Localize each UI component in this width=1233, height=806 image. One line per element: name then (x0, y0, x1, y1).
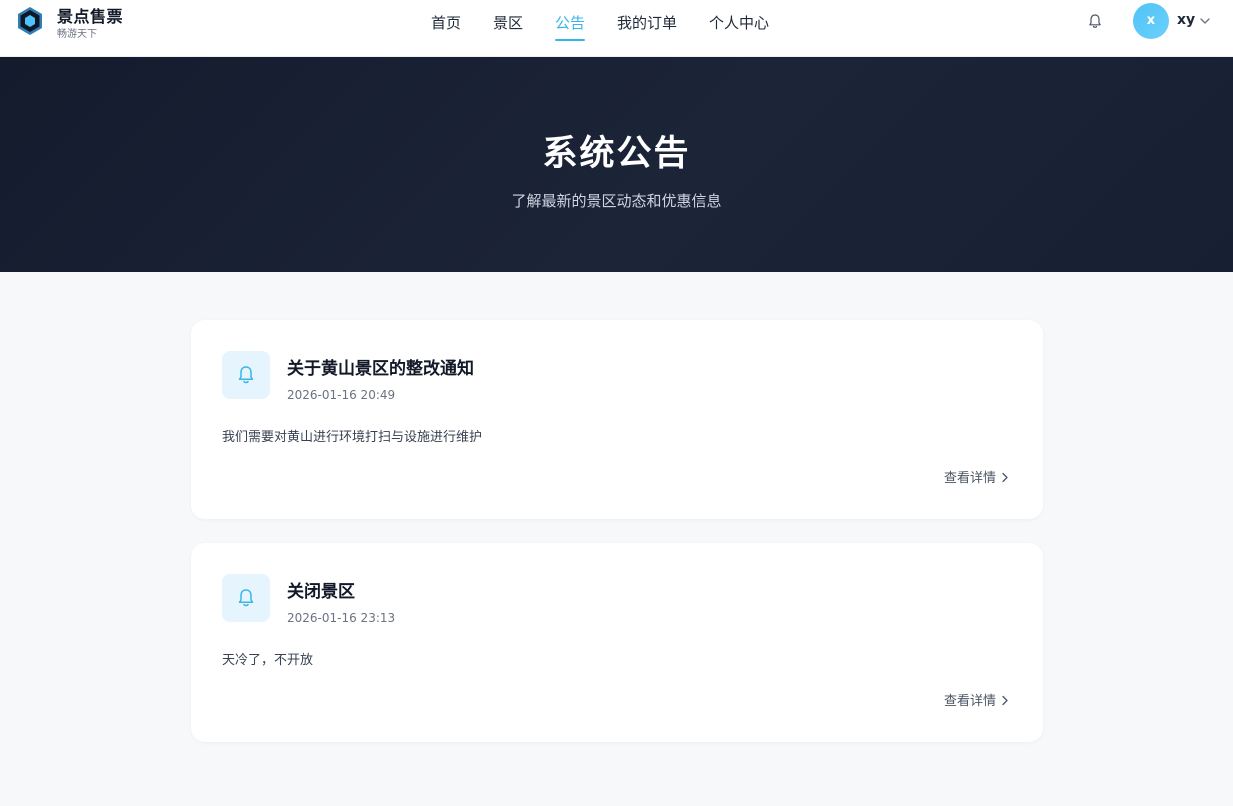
bell-icon (238, 366, 254, 384)
username[interactable]: xy (1177, 12, 1195, 28)
chevron-right-icon (1002, 695, 1008, 706)
announcement-date: 2026-01-16 23:13 (287, 611, 396, 625)
user-avatar[interactable]: x (1133, 3, 1169, 39)
announcement-content: 天冷了，不开放 (222, 653, 314, 668)
top-navbar: 景点售票 畅游天下 首页 景区 公告 我的订单 个人中心 x xy (0, 0, 1233, 57)
brand-slogan: 畅游天下 (57, 29, 97, 40)
announcement-title[interactable]: 关闭景区 (287, 577, 355, 602)
view-details-link[interactable]: 查看详情 (944, 467, 1010, 486)
announcement-icon-box (222, 574, 270, 622)
hero-banner: 系统公告 了解最新的景区动态和优惠信息 (0, 57, 1233, 272)
bell-icon (238, 589, 254, 607)
page-title: 系统公告 (542, 134, 691, 174)
nav-profile[interactable]: 个人中心 (709, 12, 769, 42)
view-details-link[interactable]: 查看详情 (944, 690, 1010, 709)
page-subtitle: 了解最新的景区动态和优惠信息 (511, 192, 722, 210)
announcement-icon-box (222, 351, 270, 399)
announcement-card[interactable]: 关于黄山景区的整改通知 2026-01-16 20:49 我们需要对黄山进行环境… (191, 320, 1043, 519)
nav-scenic-spots[interactable]: 景区 (493, 12, 523, 42)
bell-icon[interactable] (1086, 12, 1104, 30)
nav-home[interactable]: 首页 (431, 12, 461, 42)
chevron-down-icon[interactable] (1199, 15, 1211, 27)
chevron-right-icon (1002, 472, 1008, 483)
nav-announcements[interactable]: 公告 (555, 12, 586, 42)
announcement-date: 2026-01-16 20:49 (287, 388, 396, 402)
nav-my-orders[interactable]: 我的订单 (617, 12, 677, 42)
brand-name: 景点售票 (57, 7, 124, 26)
announcement-title[interactable]: 关于黄山景区的整改通知 (287, 354, 474, 379)
announcement-card[interactable]: 关闭景区 2026-01-16 23:13 天冷了，不开放 查看详情 (191, 543, 1043, 742)
view-details-label: 查看详情 (943, 471, 996, 486)
logo-icon[interactable] (14, 5, 46, 37)
announcement-content: 我们需要对黄山进行环境打扫与设施进行维护 (222, 430, 483, 445)
view-details-label: 查看详情 (943, 694, 996, 709)
